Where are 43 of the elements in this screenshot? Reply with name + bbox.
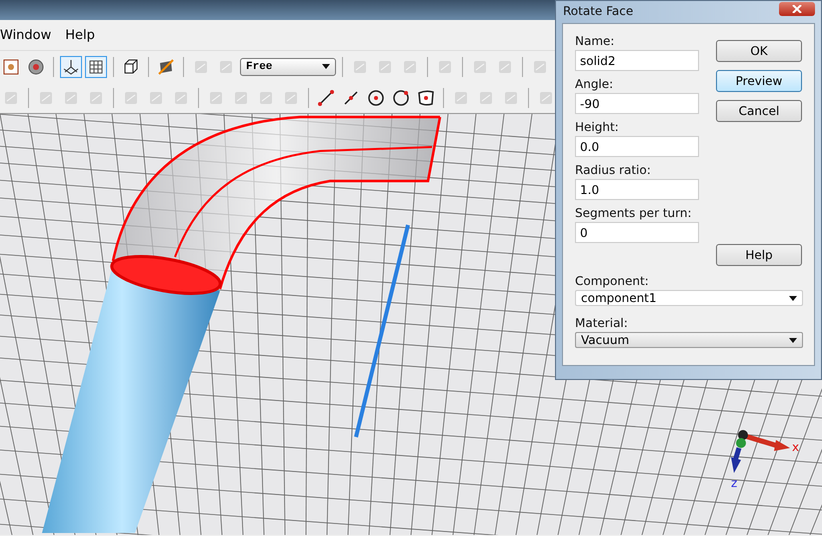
caret-icon: [322, 64, 330, 69]
close-button[interactable]: [779, 2, 815, 16]
field-label: Radius ratio:: [575, 163, 652, 177]
close-icon: [792, 5, 802, 13]
toolbar-button[interactable]: [60, 56, 82, 78]
fit-view-icon: [2, 58, 20, 76]
cube-icon: [122, 58, 140, 76]
face-icon: [417, 88, 435, 106]
grid-icon: [87, 58, 105, 76]
menu-item[interactable]: Window: [0, 28, 52, 42]
input-field[interactable]: solid2: [575, 50, 699, 71]
input-field[interactable]: 0.0: [575, 136, 699, 157]
field-label: Angle:: [575, 77, 614, 91]
dropdown-field[interactable]: Vacuum: [575, 332, 803, 348]
caret-icon: [789, 296, 797, 300]
field-label: Name:: [575, 34, 616, 48]
dialog-button[interactable]: Help: [716, 244, 802, 266]
toolbar-button[interactable]: [85, 56, 107, 78]
input-field[interactable]: 0: [575, 222, 699, 243]
midpoint-line-icon: [342, 88, 360, 106]
dialog-button[interactable]: Preview: [716, 70, 802, 92]
field-label: Height:: [575, 120, 620, 134]
input-field[interactable]: -90: [575, 93, 699, 114]
dropdown-field[interactable]: component1: [575, 290, 803, 306]
field-label: Segments per turn:: [575, 206, 692, 220]
arc-icon: [392, 88, 410, 106]
circle-icon: [367, 88, 385, 106]
caret-icon: [789, 338, 797, 342]
line-icon: [317, 88, 335, 106]
dialog-button[interactable]: Cancel: [716, 100, 802, 122]
field-label: Component:: [575, 274, 650, 288]
plane-icon: [157, 58, 175, 76]
axis-label: z: [731, 476, 738, 490]
menu-item[interactable]: Help: [65, 28, 95, 42]
gear-icon: [27, 58, 45, 76]
axes-icon: [62, 58, 80, 76]
axis-label: x: [792, 440, 800, 454]
mode-dropdown[interactable]: Free: [240, 58, 336, 76]
dialog-title: Rotate Face: [563, 4, 634, 18]
dialog-button[interactable]: OK: [716, 40, 802, 62]
field-label: Material:: [575, 316, 629, 330]
input-field[interactable]: 1.0: [575, 179, 699, 200]
axis-triad-drawing: [731, 430, 790, 473]
